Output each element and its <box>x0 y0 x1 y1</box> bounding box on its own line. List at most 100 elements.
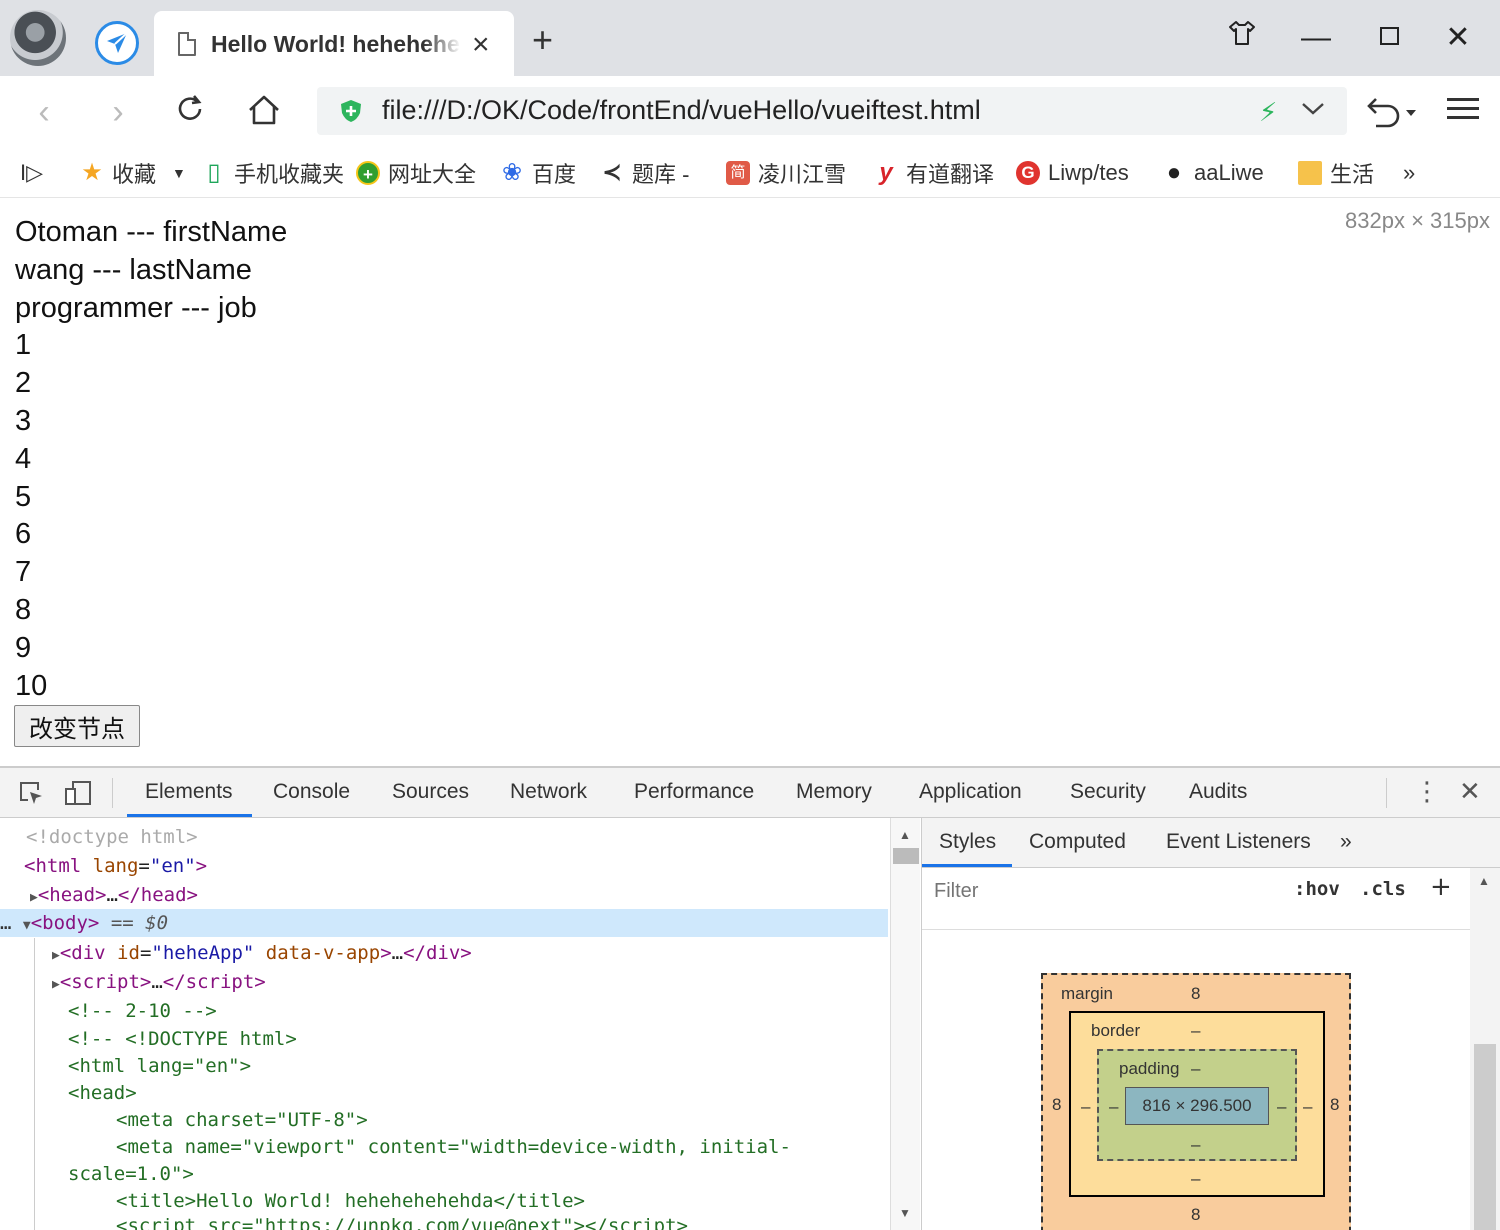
dom-comment[interactable]: <meta charset="UTF-8"> <box>116 1106 368 1134</box>
dom-tree[interactable]: <!doctype html> <html lang="en"> ▶<head>… <box>0 818 890 1230</box>
forward-button[interactable]: › <box>98 92 138 132</box>
bookmark-life[interactable]: ▭ 生活 <box>1298 158 1374 188</box>
border-left-value[interactable]: – <box>1081 1097 1090 1117</box>
bookmark-baidu[interactable]: ❀ 百度 <box>500 158 576 188</box>
tab-computed[interactable]: Computed <box>1029 830 1126 854</box>
scroll-up-icon[interactable]: ▲ <box>899 828 911 842</box>
bookmark-github[interactable]: ● aaLiwe <box>1162 158 1264 188</box>
box-model-padding[interactable]: padding – – – – 816 × 296.500 <box>1097 1049 1297 1161</box>
scroll-down-icon[interactable]: ▼ <box>899 1206 911 1220</box>
undo-button[interactable] <box>1362 92 1422 132</box>
scroll-thumb[interactable] <box>893 848 919 864</box>
bookmark-lingchuan[interactable]: 简 凌川江雪 <box>726 158 846 188</box>
tab-sources[interactable]: Sources <box>392 780 469 804</box>
box-model-border[interactable]: border – – – – padding – – – – 816 × 296… <box>1069 1011 1325 1197</box>
tab-security[interactable]: Security <box>1070 780 1146 804</box>
dom-node-div[interactable]: ▶<div id="heheApp" data-v-app>…</div> <box>52 939 472 967</box>
dom-node-script[interactable]: ▶<script>…</script> <box>52 968 266 996</box>
divider <box>112 778 113 808</box>
url-bar[interactable]: file:///D:/OK/Code/frontEnd/vueHello/vue… <box>317 87 1347 135</box>
border-top-value[interactable]: – <box>1191 1021 1200 1041</box>
margin-top-value[interactable]: 8 <box>1191 984 1200 1004</box>
dom-comment[interactable]: <!-- 2-10 --> <box>68 997 217 1025</box>
add-rule-button[interactable]: + <box>1430 872 1452 902</box>
tab-event-listeners[interactable]: Event Listeners <box>1166 830 1311 854</box>
dom-comment[interactable]: <title>Hello World! hehehehehehda</title… <box>116 1187 585 1215</box>
margin-right-value[interactable]: 8 <box>1330 1095 1339 1115</box>
margin-bottom-value[interactable]: 8 <box>1191 1205 1200 1225</box>
tab-memory[interactable]: Memory <box>796 780 872 804</box>
tab-performance[interactable]: Performance <box>634 780 754 804</box>
bookmark-mobile[interactable]: ▯ 手机收藏夹 <box>202 158 344 188</box>
dom-comment[interactable]: <html lang="en"> <box>68 1052 251 1080</box>
change-node-button[interactable]: 改变节点 <box>14 705 140 747</box>
scroll-up-icon[interactable]: ▲ <box>1478 874 1490 888</box>
caret-down-icon[interactable]: ▼ <box>172 165 186 181</box>
box-model-content[interactable]: 816 × 296.500 <box>1125 1087 1269 1125</box>
styles-filter-input[interactable] <box>928 874 1276 908</box>
bookmark-site-directory[interactable]: + 网址大全 <box>356 158 476 188</box>
minimize-button[interactable]: — <box>1296 18 1336 58</box>
chevron-down-icon[interactable] <box>1301 93 1325 130</box>
tab-audits[interactable]: Audits <box>1189 780 1247 804</box>
bracket-icon: ≺ <box>601 159 623 186</box>
close-tab-icon[interactable]: × <box>472 30 490 60</box>
bookmark-favorites[interactable]: ★ 收藏 ▼ <box>80 158 186 188</box>
more-bookmarks-icon[interactable]: » <box>1403 158 1415 188</box>
dom-node-head[interactable]: ▶<head>…</head> <box>30 881 198 909</box>
device-toolbar-icon[interactable] <box>64 780 92 806</box>
dom-comment[interactable]: <script src="https://unpkg.com/vue@next"… <box>116 1212 688 1230</box>
padding-bottom-value[interactable]: – <box>1191 1135 1200 1155</box>
more-tabs-icon[interactable]: » <box>1340 830 1352 854</box>
dom-comment[interactable]: <head> <box>68 1079 137 1107</box>
maximize-button[interactable] <box>1370 18 1410 58</box>
browser-tab[interactable]: Hello World! hehehehe × <box>154 11 514 76</box>
dom-node-doctype[interactable]: <!doctype html> <box>26 823 198 851</box>
reload-button[interactable] <box>170 92 210 132</box>
navigation-icon[interactable] <box>95 21 139 65</box>
close-window-button[interactable]: ✕ <box>1438 18 1478 58</box>
back-button[interactable]: ‹ <box>24 92 64 132</box>
bookmark-youdao[interactable]: y 有道翻译 <box>874 158 994 188</box>
close-devtools-icon[interactable]: ✕ <box>1459 776 1481 806</box>
menu-icon[interactable] <box>1445 92 1481 132</box>
dom-comment[interactable]: <!-- <!DOCTYPE html> <box>68 1025 297 1053</box>
padding-right-value[interactable]: – <box>1277 1097 1286 1117</box>
hover-state-button[interactable]: :hov <box>1294 878 1340 900</box>
border-right-value[interactable]: – <box>1303 1097 1312 1117</box>
border-bottom-value[interactable]: – <box>1191 1169 1200 1189</box>
padding-top-value[interactable]: – <box>1191 1059 1200 1079</box>
divider <box>1386 778 1387 808</box>
skin-icon[interactable] <box>1222 18 1262 58</box>
lightning-icon[interactable]: ⚡ <box>1259 97 1277 128</box>
sidebar-toggle-icon[interactable]: I▷ <box>20 158 43 188</box>
padding-left-value[interactable]: – <box>1109 1097 1118 1117</box>
margin-left-value[interactable]: 8 <box>1052 1095 1061 1115</box>
dom-node-body[interactable]: … ▼<body> == $0 <box>0 909 888 937</box>
styles-scrollbar[interactable]: ▲ <box>1470 868 1500 1230</box>
box-model-margin[interactable]: margin 8 8 8 8 border – – – – padding – … <box>1041 973 1351 1230</box>
tab-styles[interactable]: Styles <box>939 830 996 854</box>
home-button[interactable] <box>244 92 284 132</box>
dom-comment[interactable]: scale=1.0"> <box>68 1160 194 1188</box>
url-text[interactable]: file:///D:/OK/Code/frontEnd/vueHello/vue… <box>382 95 981 126</box>
kebab-menu-icon[interactable]: ⋮ <box>1414 776 1440 806</box>
address-toolbar: ‹ › file:///D:/OK/Code/frontEnd/vueHello… <box>0 76 1500 148</box>
inspect-element-icon[interactable] <box>18 780 44 806</box>
scroll-thumb[interactable] <box>1474 1044 1496 1230</box>
tab-console[interactable]: Console <box>273 780 350 804</box>
user-avatar[interactable] <box>10 10 66 66</box>
bookmark-liwp[interactable]: G Liwp/tes <box>1016 158 1129 188</box>
tab-network[interactable]: Network <box>510 780 587 804</box>
dom-node-html[interactable]: <html lang="en"> <box>24 852 207 880</box>
new-tab-button[interactable]: + <box>532 22 553 58</box>
tab-elements[interactable]: Elements <box>145 780 233 804</box>
bookmark-label: 题库 - <box>632 162 690 187</box>
bookmark-question-bank[interactable]: ≺ 题库 - <box>600 158 690 188</box>
bookmark-label: 凌川江雪 <box>758 162 847 187</box>
tab-application[interactable]: Application <box>919 780 1022 804</box>
shield-icon[interactable] <box>339 99 363 123</box>
class-toggle-button[interactable]: .cls <box>1360 878 1406 900</box>
dom-comment[interactable]: <meta name="viewport" content="width=dev… <box>116 1133 791 1161</box>
elements-scrollbar[interactable]: ▲ ▼ <box>890 818 920 1230</box>
